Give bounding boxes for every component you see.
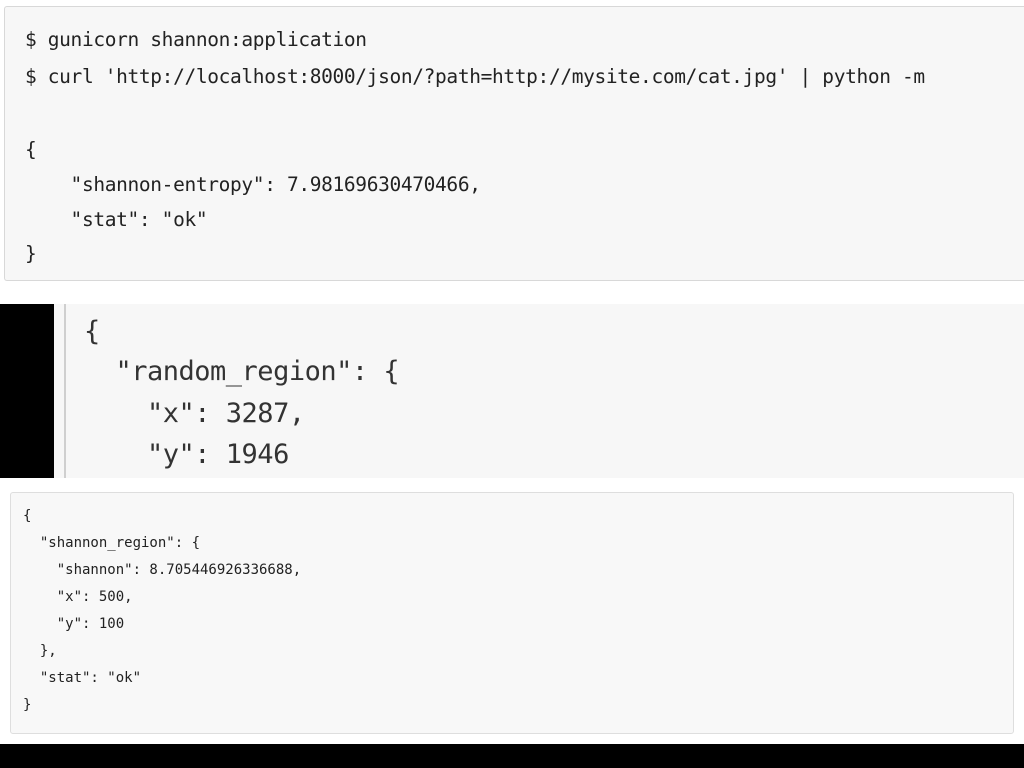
code-line: "y": 100 bbox=[23, 616, 125, 632]
code-block-random-region: { "random_region": { "x": 3287, "y": 194… bbox=[54, 304, 1024, 478]
code-line: } bbox=[25, 242, 37, 265]
code-line: $ gunicorn shannon:application bbox=[25, 28, 367, 51]
code-line: { bbox=[84, 316, 100, 347]
code-line: "stat": "ok" bbox=[25, 208, 208, 231]
code-line: "shannon_region": { bbox=[23, 535, 201, 551]
code-line: $ curl 'http://localhost:8000/json/?path… bbox=[25, 65, 925, 88]
code-line: { bbox=[25, 138, 37, 161]
code-block-shannon-region: { "shannon_region": { "shannon": 8.70544… bbox=[10, 492, 1014, 734]
code-line: "stat": "ok" bbox=[23, 670, 142, 686]
code-line: "random_region": { bbox=[84, 356, 400, 387]
code-line: { bbox=[23, 508, 32, 524]
code-line: } bbox=[23, 697, 32, 713]
code-line: "shannon-entropy": 7.98169630470466, bbox=[25, 173, 481, 196]
code-line: "x": 3287, bbox=[84, 398, 305, 429]
code-line: }, bbox=[23, 643, 57, 659]
code-line: "shannon": 8.705446926336688, bbox=[23, 562, 302, 578]
blockquote-rule bbox=[64, 304, 66, 478]
code-block-terminal-session: $ gunicorn shannon:application $ curl 'h… bbox=[4, 6, 1024, 281]
black-footer-bar bbox=[0, 744, 1024, 768]
code-line: "y": 1946 bbox=[84, 439, 289, 470]
code-line: "x": 500, bbox=[23, 589, 133, 605]
black-margin bbox=[0, 304, 54, 478]
screenshot-page: $ gunicorn shannon:application $ curl 'h… bbox=[0, 0, 1024, 768]
